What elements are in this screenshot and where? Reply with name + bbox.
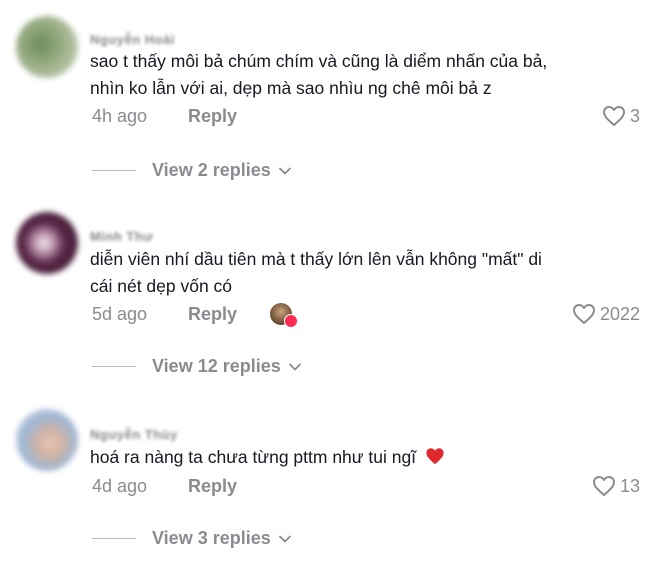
comment-text: hoá ra nàng ta chưa từng pttm như tui ng…: [90, 444, 640, 471]
timestamp: 4h ago: [92, 106, 148, 126]
like-count: 2022: [599, 303, 640, 324]
divider-line: [92, 366, 136, 367]
comment-meta: 5d ago Reply: [92, 304, 237, 325]
chevron-down-icon: [278, 167, 291, 175]
divider-line: [92, 170, 136, 171]
chevron-down-icon: [278, 535, 291, 543]
timestamp: 4d ago: [92, 476, 148, 496]
comment-meta: 4h ago Reply: [92, 106, 237, 127]
view-replies-button[interactable]: View 12 replies: [92, 356, 301, 377]
username[interactable]: Nguyễn Thùy: [90, 427, 178, 442]
view-replies-label: View 3 replies: [152, 528, 271, 548]
timestamp: 5d ago: [92, 304, 148, 324]
heart-outline-icon: [592, 476, 615, 496]
comment-text-line: diễn viên nhí dầu tiên mà t thấy lớn lên…: [90, 249, 542, 269]
view-replies-label: View 12 replies: [152, 356, 281, 376]
comment-text: diễn viên nhí dầu tiên mà t thấy lớn lên…: [90, 246, 640, 300]
username[interactable]: Nguyễn Hoài: [90, 32, 175, 47]
user-avatar[interactable]: [16, 212, 78, 274]
view-replies-button[interactable]: View 3 replies: [92, 528, 291, 549]
user-avatar[interactable]: [16, 409, 78, 471]
comment-text-line: sao t thấy môi bả chúm chím và cũng là d…: [90, 51, 548, 71]
comment-text-line: nhìn ko lẫn với ai, dẹp mà sao nhìu ng c…: [90, 78, 492, 98]
divider-line: [92, 538, 136, 539]
like-count: 13: [619, 475, 640, 496]
reply-button[interactable]: Reply: [188, 304, 237, 325]
heart-outline-icon: [602, 106, 625, 126]
comment-text-line: hoá ra nàng ta chưa từng pttm như tui ng…: [90, 447, 417, 467]
comment-text-line: cái nét dẹp vốn có: [90, 276, 233, 296]
like-button[interactable]: 3: [602, 105, 640, 127]
view-replies-button[interactable]: View 2 replies: [92, 160, 291, 181]
chevron-down-icon: [288, 363, 301, 371]
creator-heart-badge: [284, 314, 298, 328]
heart-outline-icon: [572, 304, 595, 324]
view-replies-label: View 2 replies: [152, 160, 271, 180]
red-heart-emoji-icon: [426, 448, 444, 465]
like-button[interactable]: 2022: [572, 303, 640, 325]
reply-button[interactable]: Reply: [188, 476, 237, 497]
user-avatar[interactable]: [16, 16, 78, 78]
comment-meta: 4d ago Reply: [92, 476, 237, 497]
reply-button[interactable]: Reply: [188, 106, 237, 127]
username[interactable]: Minh Thư: [90, 229, 153, 244]
comment-text: sao t thấy môi bả chúm chím và cũng là d…: [90, 48, 640, 102]
like-count: 3: [629, 105, 640, 126]
like-button[interactable]: 13: [592, 475, 640, 497]
